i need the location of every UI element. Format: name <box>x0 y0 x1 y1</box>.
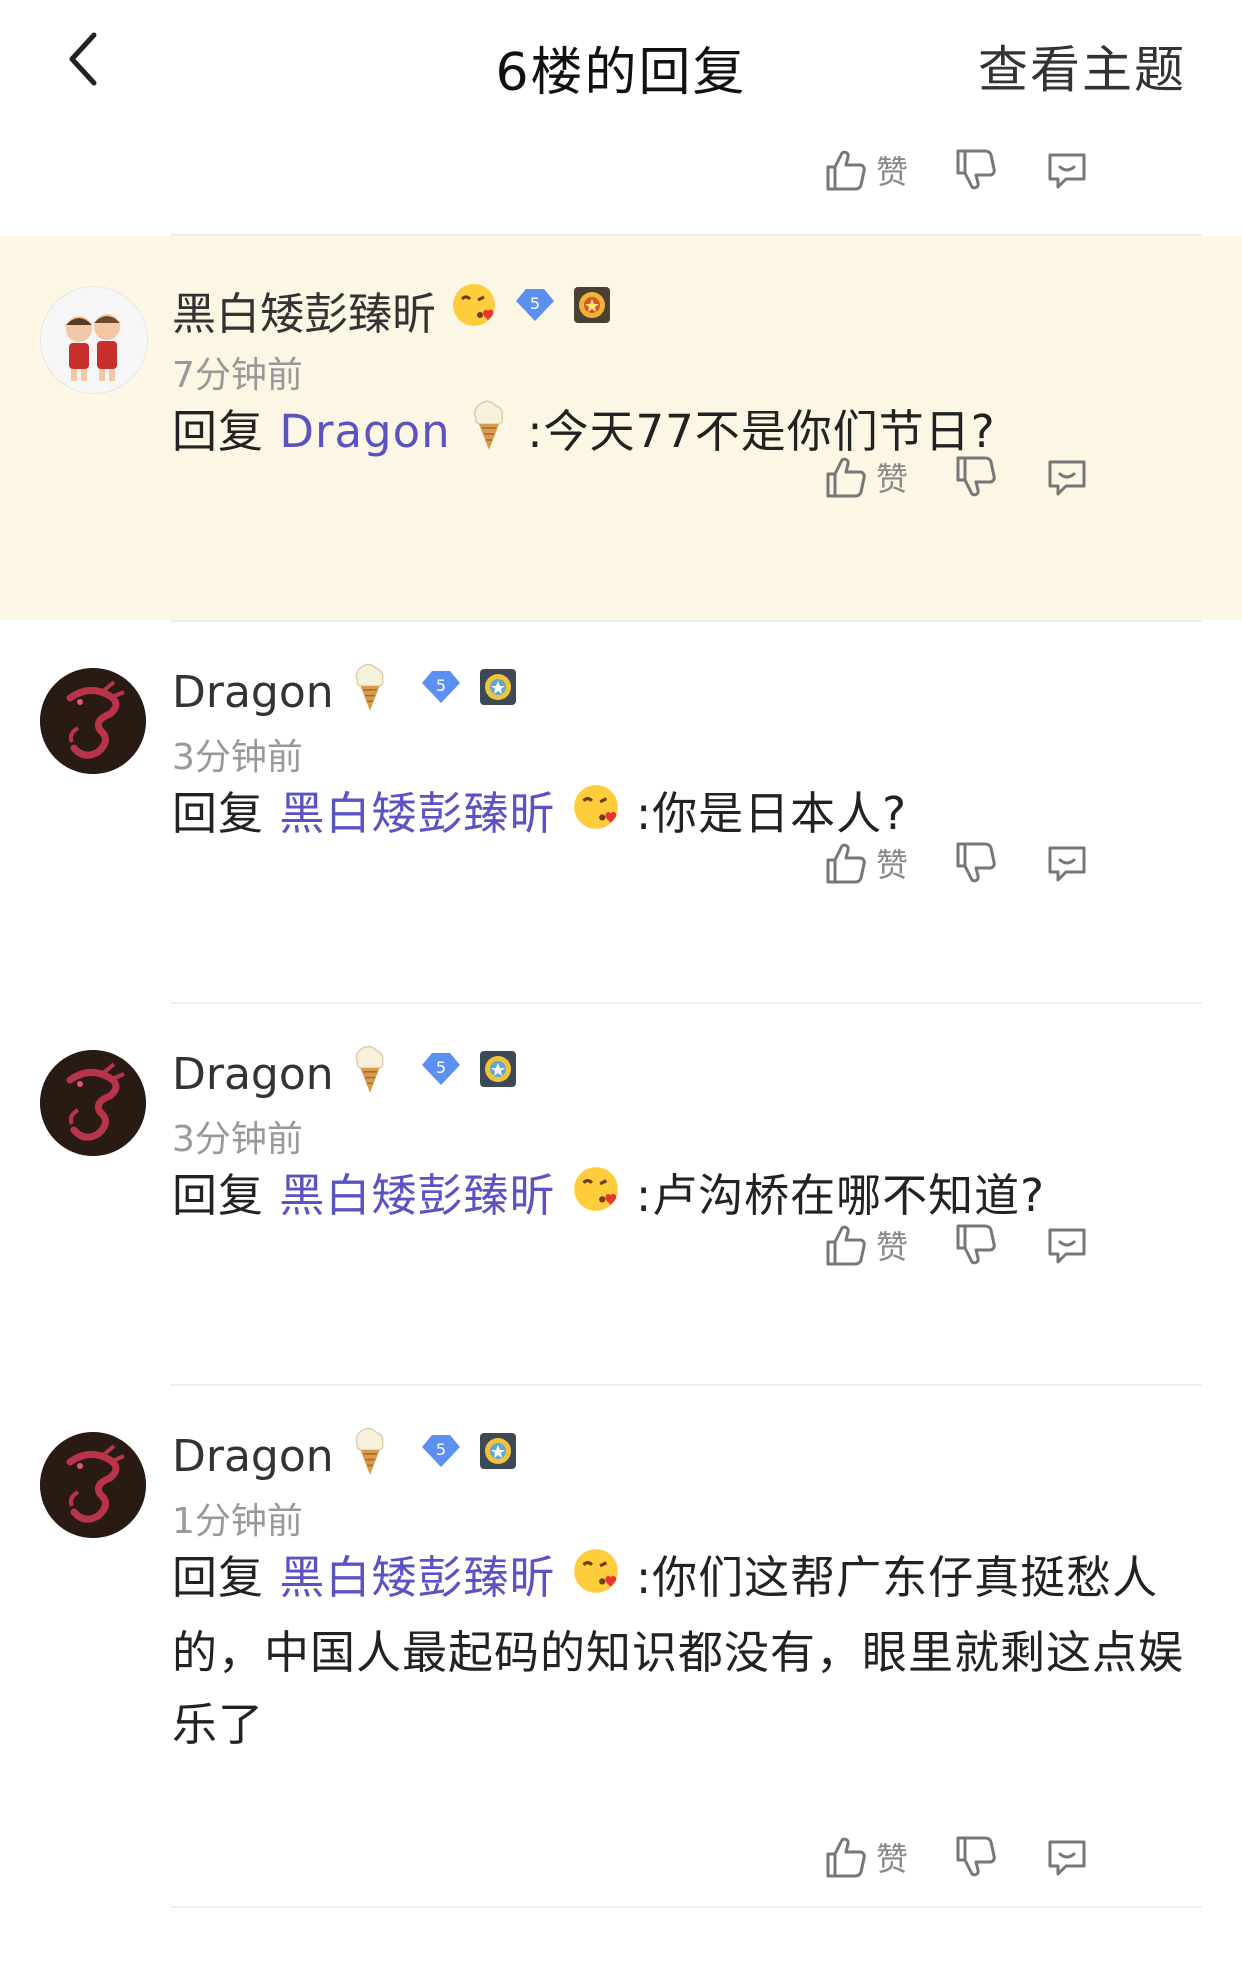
ice-cream-emoji-icon <box>348 1424 392 1489</box>
reply-button[interactable] <box>1044 1210 1090 1280</box>
kiss-emoji-icon <box>571 1163 621 1235</box>
dislike-button[interactable] <box>952 135 998 205</box>
avatar[interactable] <box>40 1050 146 1156</box>
like-button[interactable]: 赞 <box>822 1822 908 1892</box>
like-button[interactable]: 赞 <box>822 828 908 898</box>
username-row: Dragon 5 <box>172 1426 518 1486</box>
divider <box>170 1906 1202 1908</box>
comment-icon <box>1048 1840 1086 1876</box>
username-row: Dragon 5 <box>172 1044 518 1104</box>
reply-prefix: 回复 <box>172 405 265 458</box>
thumbs-up-icon <box>826 150 866 191</box>
thumbs-down-icon <box>956 1224 996 1265</box>
level-number: 5 <box>530 294 540 313</box>
medal-icon <box>478 1431 518 1482</box>
comment-action-row: 赞 <box>822 1822 1242 1892</box>
reply-button[interactable] <box>1044 1822 1090 1892</box>
thumbs-down-icon <box>956 1836 996 1877</box>
dragon-avatar-icon <box>40 1050 146 1156</box>
username[interactable]: Dragon <box>172 1431 334 1482</box>
level-number: 5 <box>436 1058 446 1077</box>
timestamp: 3分钟前 <box>172 1119 303 1160</box>
reply-prefix: 回复 <box>172 787 265 840</box>
medal-icon <box>572 285 612 336</box>
comment-action-row: 赞 <box>822 442 1242 512</box>
level-number: 5 <box>436 1440 446 1459</box>
avatar[interactable] <box>40 1432 146 1538</box>
comment-item: Dragon 5 <box>0 1386 1242 1906</box>
comment-item: Dragon 5 <box>0 1004 1242 1384</box>
reply-button[interactable] <box>1044 828 1090 898</box>
comment-body: 回复 黑白矮彭臻昕 :你们这帮广东仔真挺愁人的，中国人最起码的知识都没有，眼里就… <box>172 1542 1202 1761</box>
dragon-avatar-icon <box>40 1432 146 1538</box>
kiss-emoji-icon <box>450 281 498 340</box>
dislike-button[interactable] <box>952 1822 998 1892</box>
level-badge-icon: 5 <box>418 667 464 718</box>
level-badge-icon: 5 <box>512 285 558 336</box>
medal-icon <box>478 667 518 718</box>
like-button[interactable]: 赞 <box>822 135 908 205</box>
ice-cream-emoji-icon <box>466 398 512 473</box>
like-label: 赞 <box>876 846 909 884</box>
comment-icon <box>1048 460 1086 496</box>
level-badge-icon: 5 <box>418 1049 464 1100</box>
mention-link[interactable]: 黑白矮彭臻昕 <box>279 787 555 840</box>
username[interactable]: Dragon <box>172 1049 334 1100</box>
like-button[interactable]: 赞 <box>822 442 908 512</box>
username-row: Dragon 5 <box>172 662 518 722</box>
dragon-avatar-icon <box>40 668 146 774</box>
mention-link[interactable]: 黑白矮彭臻昕 <box>279 1169 555 1222</box>
like-label: 赞 <box>876 1228 909 1266</box>
avatar[interactable] <box>40 286 148 394</box>
like-label: 赞 <box>876 153 909 191</box>
ice-cream-emoji-icon <box>348 1042 392 1107</box>
view-topic-link[interactable]: 查看主题 <box>978 30 1186 102</box>
reply-button[interactable] <box>1044 135 1090 205</box>
comment-icon <box>1048 1228 1086 1264</box>
timestamp: 3分钟前 <box>172 737 303 778</box>
thumbs-up-icon <box>826 457 866 498</box>
avatar[interactable] <box>40 668 146 774</box>
like-button[interactable]: 赞 <box>822 1210 908 1280</box>
username-row: 黑白矮彭臻昕 5 <box>172 280 612 340</box>
timestamp: 7分钟前 <box>172 355 303 396</box>
post-action-row: 赞 <box>822 135 1242 205</box>
comment-icon <box>1048 846 1086 882</box>
thumbs-down-icon <box>956 842 996 883</box>
mention-link[interactable]: Dragon <box>279 405 450 458</box>
top-bar: 6楼的回复 查看主题 <box>0 0 1242 125</box>
level-number: 5 <box>436 676 446 695</box>
thumbs-up-icon <box>826 1225 866 1266</box>
kiss-emoji-icon <box>571 1545 621 1617</box>
thumbs-up-icon <box>826 1837 866 1878</box>
comment-action-row: 赞 <box>822 1210 1242 1280</box>
like-label: 赞 <box>876 1840 909 1878</box>
like-label: 赞 <box>876 460 909 498</box>
medal-icon <box>478 1049 518 1100</box>
reply-button[interactable] <box>1044 442 1090 512</box>
reply-prefix: 回复 <box>172 1169 265 1222</box>
avatar-cartoon-icon <box>41 287 147 393</box>
mention-link[interactable]: 黑白矮彭臻昕 <box>279 1551 555 1604</box>
reply-thread-page: 6楼的回复 查看主题 赞 黑白矮彭臻昕 5 7分钟前 回复 Dragon:今天… <box>0 0 1242 1961</box>
dislike-button[interactable] <box>952 828 998 898</box>
username[interactable]: Dragon <box>172 667 334 718</box>
thumbs-down-icon <box>956 456 996 497</box>
comment-action-row: 赞 <box>822 828 1242 898</box>
username[interactable]: 黑白矮彭臻昕 <box>172 278 436 342</box>
ice-cream-emoji-icon <box>348 660 392 725</box>
kiss-emoji-icon <box>571 781 621 853</box>
comment-icon <box>1048 153 1086 189</box>
dislike-button[interactable] <box>952 442 998 512</box>
thumbs-down-icon <box>956 149 996 190</box>
level-badge-icon: 5 <box>418 1431 464 1482</box>
dislike-button[interactable] <box>952 1210 998 1280</box>
thumbs-up-icon <box>826 843 866 884</box>
comment-item: Dragon 5 <box>0 622 1242 1002</box>
timestamp: 1分钟前 <box>172 1501 303 1542</box>
reply-prefix: 回复 <box>172 1551 265 1604</box>
comment-item: 黑白矮彭臻昕 5 7分钟前 回复 Dragon:今天77不是你们节日? 赞 <box>0 236 1242 620</box>
